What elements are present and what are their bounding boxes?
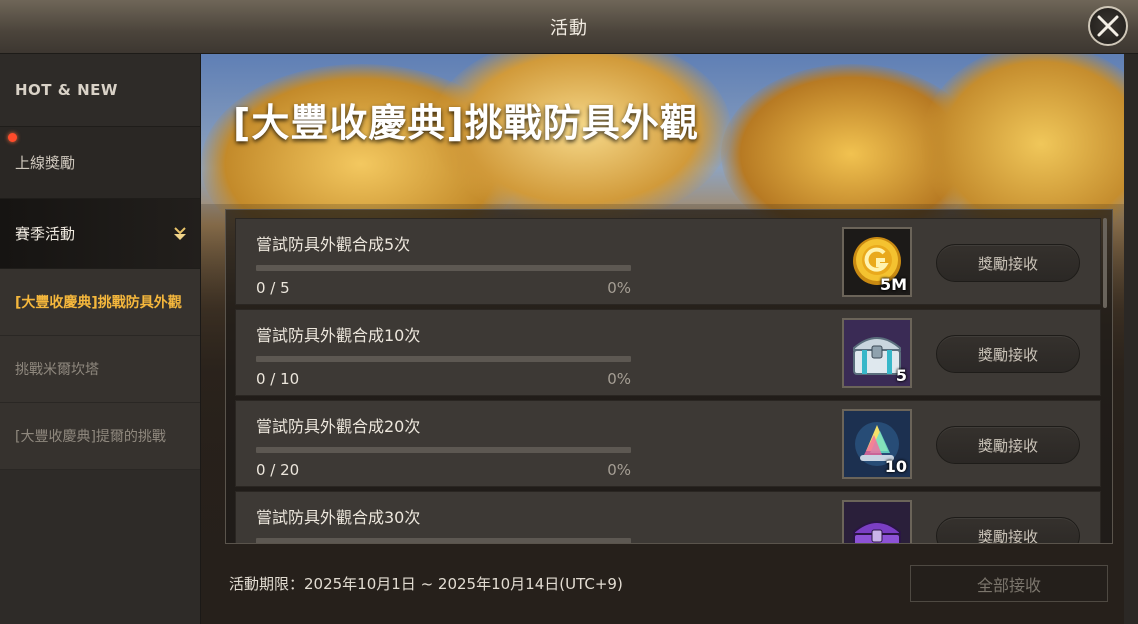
sidebar-item-label: 賽季活動: [15, 225, 76, 243]
mission-title: 嘗試防具外觀合成30次: [256, 508, 421, 527]
purple-chest-icon: [853, 521, 901, 543]
mission-row: 嘗試防具外觀合成30次 獎勵接收: [235, 491, 1101, 543]
event-content: [大豐收慶典]挑戰防具外觀 嘗試防具外觀合成5次 0 / 5 0% 5M 獎勵接…: [201, 54, 1124, 624]
reward-slot[interactable]: [842, 500, 912, 543]
title-bar: 活動: [0, 0, 1138, 54]
sidebar-item-hot-new[interactable]: HOT & NEW: [0, 54, 200, 127]
mission-title: 嘗試防具外觀合成5次: [256, 235, 411, 254]
progress-count: 0 / 10: [256, 370, 300, 388]
mission-row: 嘗試防具外觀合成20次 0 / 20 0% 10 獎勵接收: [235, 400, 1101, 487]
event-period: 活動期限：2025年10月1日 ~ 2025年10月14日(UTC+9): [229, 575, 623, 593]
reward-slot[interactable]: 10: [842, 409, 912, 479]
claim-reward-button[interactable]: 獎勵接收: [936, 517, 1080, 543]
event-title: [大豐收慶典]挑戰防具外觀: [233, 101, 699, 145]
reward-slot[interactable]: 5: [842, 318, 912, 388]
progress-bar: [256, 356, 631, 362]
sub-item-mirkanta-challenge[interactable]: 挑戰米爾坎塔: [0, 336, 200, 403]
claim-all-button[interactable]: 全部接收: [910, 565, 1108, 602]
sub-item-label: [大豐收慶典]提爾的挑戰: [15, 429, 166, 445]
progress-bar: [256, 538, 631, 543]
sub-item-label: 挑戰米爾坎塔: [15, 362, 99, 378]
mission-title: 嘗試防具外觀合成20次: [256, 417, 421, 436]
sub-item-tirl-challenge[interactable]: [大豐收慶典]提爾的挑戰: [0, 403, 200, 470]
progress-percent: 0%: [607, 461, 631, 479]
season-sub-list: [大豐收慶典]挑戰防具外觀 挑戰米爾坎塔 [大豐收慶典]提爾的挑戰: [0, 269, 200, 470]
reward-quantity: 10: [884, 457, 907, 476]
sidebar-item-login-reward[interactable]: 上線獎勵: [0, 127, 200, 199]
progress-bar: [256, 265, 631, 271]
reward-quantity: 5M: [879, 275, 907, 294]
sidebar-item-label: 上線獎勵: [15, 154, 76, 172]
expand-arrow-icon: [174, 227, 186, 240]
notification-dot: [8, 133, 17, 142]
reward-quantity: 5: [895, 366, 907, 385]
claim-reward-button[interactable]: 獎勵接收: [936, 244, 1080, 282]
progress-percent: 0%: [607, 279, 631, 297]
claim-reward-button[interactable]: 獎勵接收: [936, 335, 1080, 373]
sidebar-item-label: HOT & NEW: [15, 81, 118, 99]
scrollbar[interactable]: [1103, 218, 1107, 308]
event-window: 活動 HOT & NEW 上線獎勵 賽季活動 [大豐收慶典]挑戰防具外觀 挑戰米…: [0, 0, 1138, 624]
reward-slot[interactable]: 5M: [842, 227, 912, 297]
mission-list[interactable]: 嘗試防具外觀合成5次 0 / 5 0% 5M 獎勵接收 嘗試防具外觀合成10次: [225, 209, 1113, 544]
mission-row: 嘗試防具外觀合成10次 0 / 10 0% 5 獎勵接收: [235, 309, 1101, 396]
progress-bar: [256, 447, 631, 453]
progress-count: 0 / 20: [256, 461, 300, 479]
mission-row: 嘗試防具外觀合成5次 0 / 5 0% 5M 獎勵接收: [235, 218, 1101, 305]
sub-item-label: [大豐收慶典]挑戰防具外觀: [15, 295, 182, 311]
sidebar-item-season-events[interactable]: 賽季活動: [0, 199, 200, 269]
progress-count: 0 / 5: [256, 279, 290, 297]
close-button[interactable]: [1088, 6, 1128, 46]
progress-percent: 0%: [607, 370, 631, 388]
sub-item-armor-challenge[interactable]: [大豐收慶典]挑戰防具外觀: [0, 269, 200, 336]
window-title: 活動: [550, 18, 588, 39]
mission-title: 嘗試防具外觀合成10次: [256, 326, 421, 345]
claim-reward-button[interactable]: 獎勵接收: [936, 426, 1080, 464]
sidebar: HOT & NEW 上線獎勵 賽季活動 [大豐收慶典]挑戰防具外觀 挑戰米爾坎塔…: [0, 54, 201, 624]
close-icon: [1097, 15, 1119, 37]
